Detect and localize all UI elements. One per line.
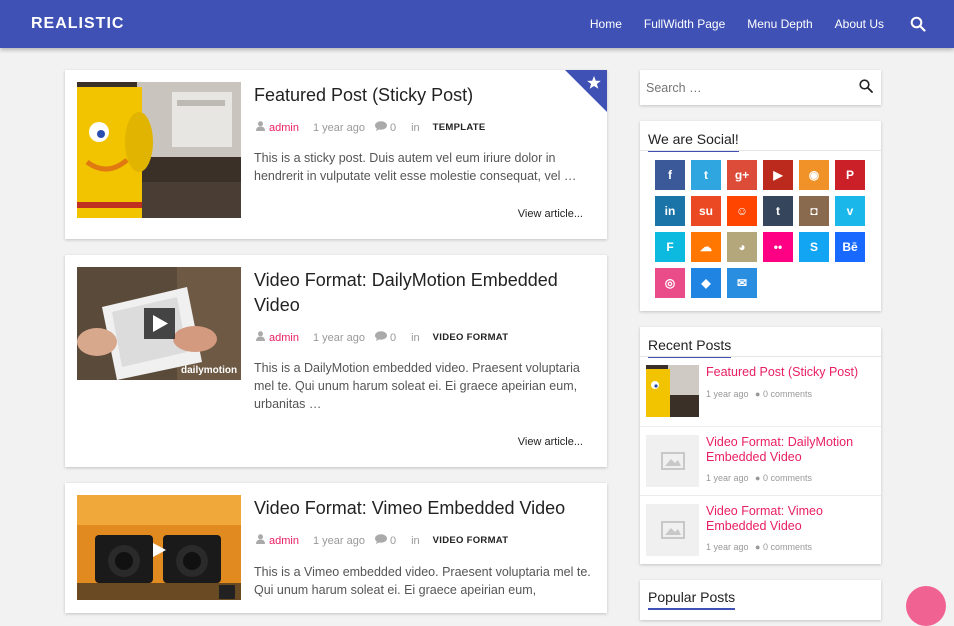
post-date: 1 year ago: [312, 331, 365, 344]
image-placeholder-icon[interactable]: [646, 435, 699, 487]
recent-post-item[interactable]: Featured Post (Sticky Post) 1 year ago ●…: [640, 357, 881, 426]
post-author[interactable]: admin: [269, 332, 299, 344]
post-category[interactable]: VIDEO FORMAT: [433, 535, 509, 546]
behance-icon[interactable]: Bē: [835, 232, 865, 262]
dropbox-icon[interactable]: ◆: [691, 268, 721, 298]
post-thumbnail-video[interactable]: [77, 495, 241, 600]
post-in-label: in: [411, 534, 420, 547]
linkedin-icon[interactable]: in: [655, 196, 685, 226]
post-excerpt: This is a sticky post. Duis autem vel eu…: [254, 151, 577, 183]
widget-title: Recent Posts: [648, 337, 732, 358]
comment-icon: ●: [755, 473, 761, 483]
comment-icon: [374, 534, 387, 547]
top-navigation-bar: REALISTIC Home FullWidth Page Menu Depth…: [0, 0, 954, 48]
post-date: 1 year ago: [312, 121, 365, 134]
user-icon: [256, 121, 265, 134]
dribbble-icon[interactable]: ◎: [655, 268, 685, 298]
main-menu: Home FullWidth Page Menu Depth About Us: [590, 0, 954, 48]
skype-icon[interactable]: S: [799, 232, 829, 262]
recent-post-thumbnail[interactable]: [646, 365, 699, 417]
post-title[interactable]: Video Format: Vimeo Embedded Video: [254, 496, 594, 521]
recent-post-item[interactable]: Video Format: DailyMotion Embedded Video…: [640, 426, 881, 495]
site-brand[interactable]: REALISTIC: [31, 15, 124, 33]
post-meta: admin 1 year ago 0 in TEMPLATE: [256, 121, 486, 134]
divider: [640, 150, 881, 151]
comment-icon: ●: [755, 542, 761, 552]
tumblr-icon[interactable]: t: [763, 196, 793, 226]
post-in-label: in: [411, 331, 420, 344]
user-icon: [256, 534, 265, 547]
vimeo-icon[interactable]: v: [835, 196, 865, 226]
comment-icon: ●: [755, 389, 761, 399]
google-plus-icon[interactable]: g+: [727, 160, 757, 190]
email-icon[interactable]: ✉: [727, 268, 757, 298]
search-submit-icon[interactable]: [859, 79, 873, 98]
comment-icon: [374, 331, 387, 344]
popular-posts-widget: Popular Posts: [640, 580, 881, 620]
recent-post-title[interactable]: Featured Post (Sticky Post): [706, 365, 871, 380]
fullscreen-icon: [219, 585, 235, 599]
recent-posts-widget: Recent Posts Featured Post (Sticky Post)…: [640, 327, 881, 564]
view-article-link[interactable]: View article...: [518, 436, 583, 448]
social-widget: We are Social! f t g+ ▶ ◉ Pin su ☺ t ◘ v F ☁ ◕ •• S Bē ◎ ◆…: [640, 121, 881, 311]
search-icon[interactable]: [910, 16, 926, 32]
post-card-featured: Featured Post (Sticky Post) admin 1 year…: [65, 70, 607, 239]
recent-post-meta: 1 year ago ● 0 comments: [706, 473, 813, 483]
sticky-ribbon: [565, 70, 607, 112]
post-author[interactable]: admin: [269, 535, 299, 547]
post-in-label: in: [411, 121, 420, 134]
post-excerpt: This is a DailyMotion embedded video. Pr…: [254, 361, 580, 411]
post-title[interactable]: Video Format: DailyMotion Embedded Video: [254, 268, 594, 318]
youtube-icon[interactable]: ▶: [763, 160, 793, 190]
twitter-icon[interactable]: t: [691, 160, 721, 190]
view-article-link[interactable]: View article...: [518, 208, 583, 220]
github-icon[interactable]: ◕: [727, 232, 757, 262]
recent-post-title[interactable]: Video Format: Vimeo Embedded Video: [706, 504, 871, 534]
flickr-icon[interactable]: ••: [763, 232, 793, 262]
user-icon: [256, 331, 265, 344]
post-comment-count[interactable]: 0: [390, 332, 396, 344]
facebook-icon[interactable]: f: [655, 160, 685, 190]
post-card-dailymotion: dailymotion Video Format: DailyMotion Em…: [65, 255, 607, 467]
comment-icon: [374, 121, 387, 134]
social-icon-grid: f t g+ ▶ ◉ Pin su ☺ t ◘ v F ☁ ◕ •• S Bē ◎ ◆ ✉: [655, 160, 871, 298]
search-input[interactable]: [646, 78, 846, 98]
nav-home[interactable]: Home: [590, 17, 622, 31]
instagram-icon[interactable]: ◘: [799, 196, 829, 226]
nav-fullwidth-page[interactable]: FullWidth Page: [644, 17, 725, 31]
post-comment-count[interactable]: 0: [390, 535, 396, 547]
post-comment-count[interactable]: 0: [390, 122, 396, 134]
post-category[interactable]: TEMPLATE: [433, 122, 486, 133]
pinterest-icon[interactable]: P: [835, 160, 865, 190]
widget-title: We are Social!: [648, 131, 739, 152]
post-date: 1 year ago: [312, 534, 365, 547]
nav-menu-depth[interactable]: Menu Depth: [747, 17, 812, 31]
post-thumbnail-mug[interactable]: [77, 82, 241, 218]
recent-post-title[interactable]: Video Format: DailyMotion Embedded Video: [706, 435, 871, 465]
post-title[interactable]: Featured Post (Sticky Post): [254, 83, 594, 108]
recent-post-meta: 1 year ago ● 0 comments: [706, 542, 813, 552]
image-placeholder-icon[interactable]: [646, 504, 699, 556]
scroll-top-button[interactable]: [906, 586, 946, 626]
post-meta: admin 1 year ago 0 in VIDEO FORMAT: [256, 331, 508, 344]
stumbleupon-icon[interactable]: su: [691, 196, 721, 226]
soundcloud-icon[interactable]: ☁: [691, 232, 721, 262]
post-thumbnail-video[interactable]: dailymotion: [77, 267, 241, 380]
video-watermark: dailymotion: [181, 365, 237, 376]
recent-post-meta: 1 year ago ● 0 comments: [706, 389, 813, 399]
post-meta: admin 1 year ago 0 in VIDEO FORMAT: [256, 534, 508, 547]
post-author[interactable]: admin: [269, 122, 299, 134]
recent-post-item[interactable]: Video Format: Vimeo Embedded Video 1 yea…: [640, 495, 881, 564]
foursquare-icon[interactable]: F: [655, 232, 685, 262]
reddit-icon[interactable]: ☺: [727, 196, 757, 226]
nav-about-us[interactable]: About Us: [835, 17, 884, 31]
rss-icon[interactable]: ◉: [799, 160, 829, 190]
post-category[interactable]: VIDEO FORMAT: [433, 332, 509, 343]
post-excerpt: This is a Vimeo embedded video. Praesent…: [254, 565, 591, 597]
search-widget: [640, 70, 881, 105]
post-card-vimeo: Video Format: Vimeo Embedded Video admin…: [65, 483, 607, 613]
